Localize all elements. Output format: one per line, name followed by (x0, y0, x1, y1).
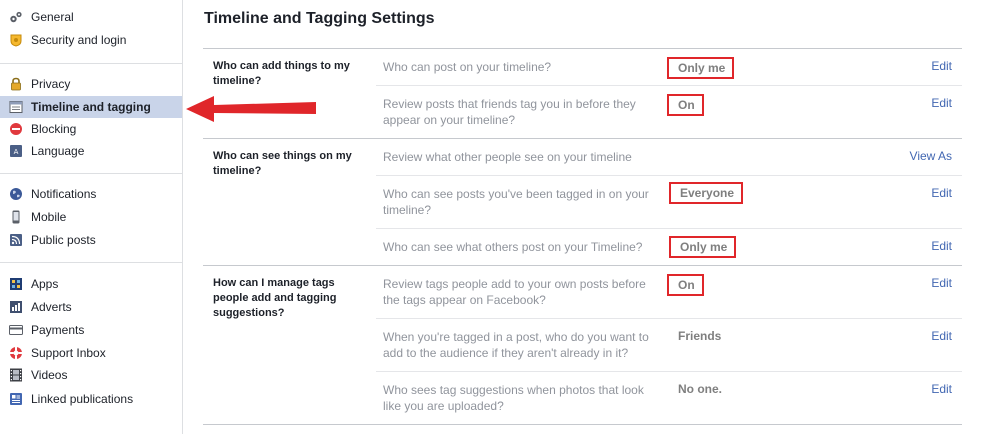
sidebar-item-public-posts[interactable]: Public posts (0, 229, 182, 251)
sidebar-item-videos[interactable]: Videos (0, 364, 182, 386)
sidebar-item-label: Support Inbox (31, 346, 106, 360)
sidebar-item-label: Public posts (31, 233, 96, 247)
setting-value: Friends (678, 329, 722, 343)
sidebar-item-label: Privacy (31, 77, 71, 91)
film-icon (10, 368, 22, 382)
edit-link[interactable]: Edit (931, 239, 952, 253)
sidebar-item-label: Apps (31, 277, 59, 291)
setting-question: Who sees tag suggestions when photos tha… (383, 383, 644, 413)
adverts-icon (10, 301, 22, 313)
sidebar-item-notifications[interactable]: Notifications (0, 183, 182, 205)
sidebar-item-label: Videos (31, 368, 68, 382)
view-as-link[interactable]: View As (910, 149, 952, 163)
section-divider (203, 48, 962, 49)
row-divider (376, 318, 962, 319)
sidebar-item-label: Notifications (31, 187, 97, 201)
setting-question: Review what other people see on your tim… (383, 150, 632, 164)
sidebar-divider (0, 63, 182, 64)
settings-sidebar: General Security and login Privacy Timel… (0, 0, 183, 434)
language-icon: A (10, 145, 22, 157)
setting-question: Who can see what others post on your Tim… (383, 240, 643, 254)
section-divider (203, 424, 962, 425)
mobile-icon (12, 210, 20, 224)
timeline-icon (9, 101, 23, 113)
globe-icon (10, 188, 22, 200)
sidebar-item-label: Payments (31, 323, 85, 337)
edit-link[interactable]: Edit (931, 276, 952, 290)
section-divider (203, 265, 962, 266)
sidebar-item-label: Security and login (31, 33, 127, 47)
badge-icon (10, 34, 22, 47)
sidebar-divider (0, 173, 182, 174)
sidebar-item-general[interactable]: General (0, 6, 182, 28)
edit-link[interactable]: Edit (931, 186, 952, 200)
setting-value: Everyone (669, 182, 744, 204)
sidebar-item-label: Blocking (31, 122, 77, 136)
publications-icon (10, 393, 22, 405)
section-divider (203, 138, 962, 139)
blocking-icon (10, 123, 22, 135)
gears-icon (10, 11, 22, 23)
sidebar-item-label: Mobile (31, 210, 67, 224)
sidebar-item-privacy[interactable]: Privacy (0, 73, 182, 95)
sidebar-item-apps[interactable]: Apps (0, 273, 182, 295)
sidebar-item-blocking[interactable]: Blocking (0, 118, 182, 140)
edit-link[interactable]: Edit (931, 382, 952, 396)
lock-icon (11, 77, 21, 91)
section-heading: How can I manage tags people add and tag… (213, 277, 337, 319)
sidebar-item-payments[interactable]: Payments (0, 319, 182, 341)
sidebar-item-linked-publications[interactable]: Linked publications (0, 388, 182, 410)
sidebar-item-security[interactable]: Security and login (0, 29, 182, 51)
sidebar-item-label: Timeline and tagging (31, 100, 151, 114)
setting-question: Who can see posts you've been tagged in … (383, 187, 649, 217)
annotation-arrow (186, 96, 316, 122)
sidebar-item-mobile[interactable]: Mobile (0, 206, 182, 228)
edit-link[interactable]: Edit (931, 329, 952, 343)
sidebar-item-label: Adverts (31, 300, 72, 314)
edit-link[interactable]: Edit (931, 96, 952, 110)
row-divider (376, 85, 962, 86)
svg-text:A: A (14, 148, 19, 156)
lifebuoy-icon (10, 347, 22, 359)
apps-icon (10, 278, 22, 290)
rss-icon (10, 234, 22, 246)
section-heading: Who can add things to my timeline? (213, 60, 350, 87)
row-divider (376, 228, 962, 229)
edit-link[interactable]: Edit (931, 59, 952, 73)
sidebar-item-label: Language (31, 144, 85, 158)
setting-value: On (667, 274, 704, 296)
setting-value: No one. (678, 382, 722, 396)
setting-value: Only me (667, 57, 735, 79)
sidebar-item-label: General (31, 10, 74, 24)
setting-question: Who can post on your timeline? (383, 60, 552, 74)
card-icon (9, 325, 23, 335)
sidebar-divider (0, 262, 182, 263)
setting-value: On (667, 94, 704, 116)
setting-question: When you're tagged in a post, who do you… (383, 330, 649, 360)
sidebar-item-label: Linked publications (31, 392, 134, 406)
setting-question: Review tags people add to your own posts… (383, 277, 646, 307)
setting-value: Only me (669, 236, 737, 258)
sidebar-item-support-inbox[interactable]: Support Inbox (0, 342, 182, 364)
sidebar-item-adverts[interactable]: Adverts (0, 296, 182, 318)
row-divider (376, 175, 962, 176)
row-divider (376, 371, 962, 372)
section-heading: Who can see things on my timeline? (213, 150, 352, 177)
sidebar-item-language[interactable]: A Language (0, 140, 182, 162)
page-title: Timeline and Tagging Settings (204, 10, 435, 27)
sidebar-item-timeline-and-tagging[interactable]: Timeline and tagging (0, 96, 182, 118)
setting-question: Review posts that friends tag you in bef… (383, 97, 636, 127)
